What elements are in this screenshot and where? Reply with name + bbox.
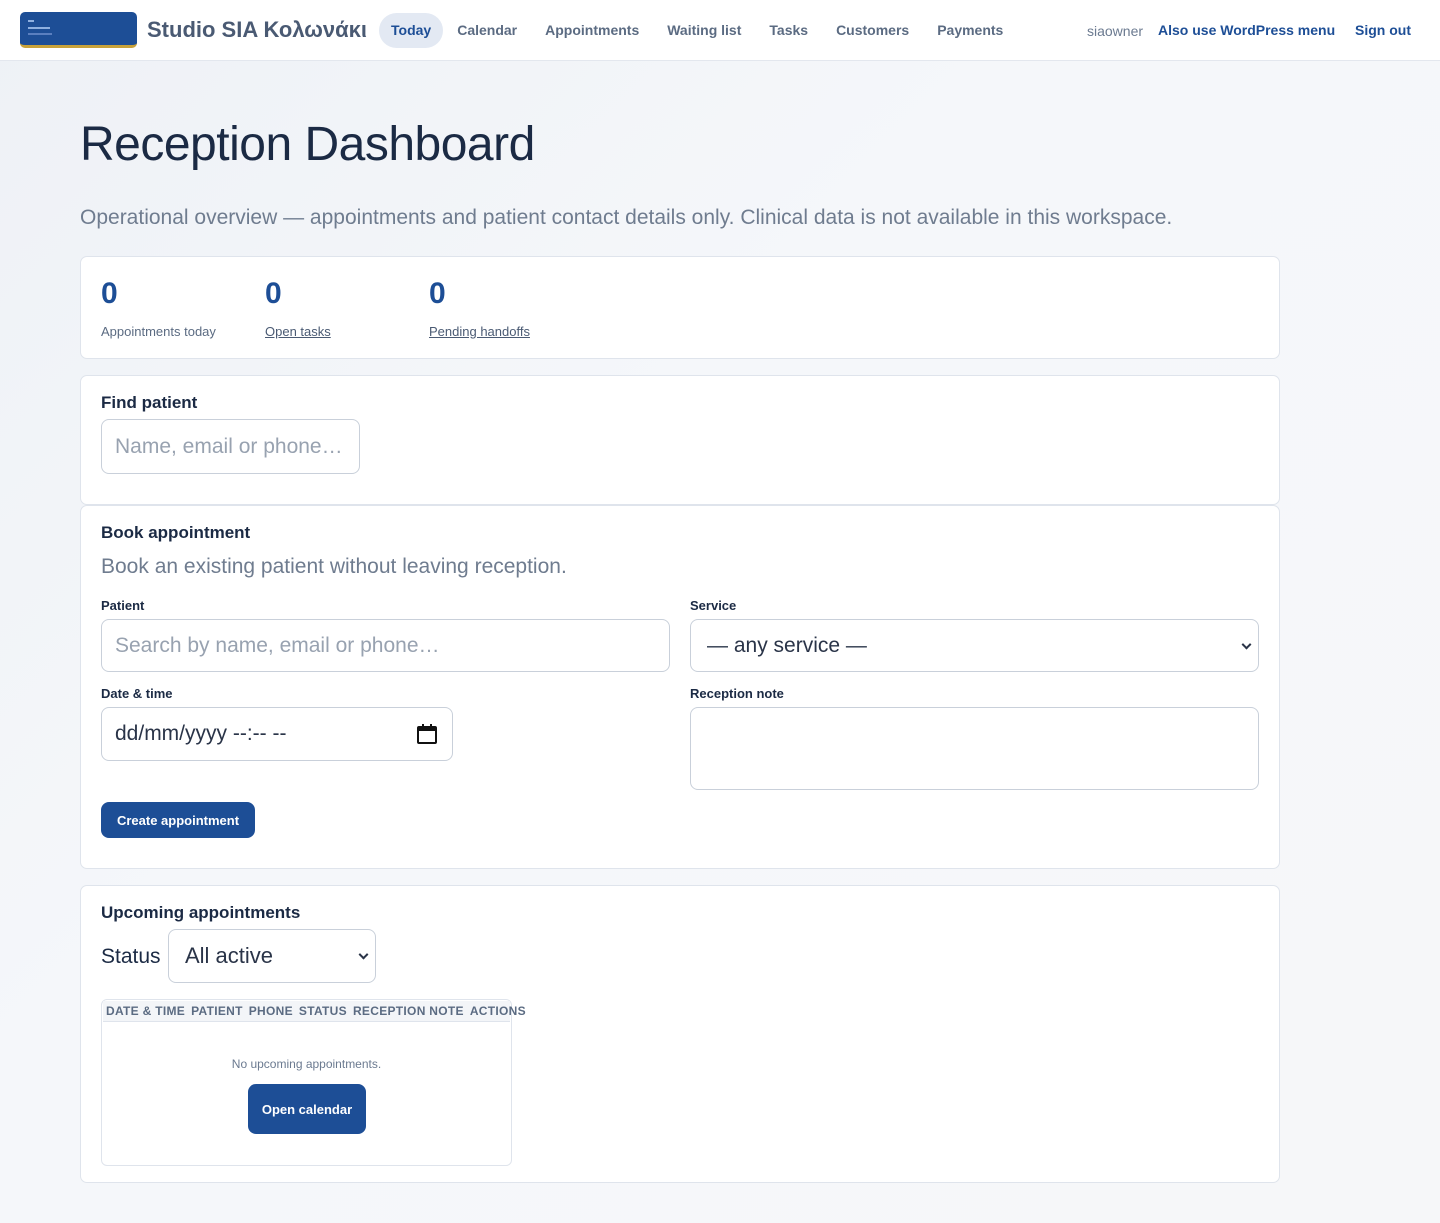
stat-pending-handoffs-link[interactable]: Pending handoffs (429, 324, 530, 339)
reception-note-textarea[interactable] (690, 707, 1259, 790)
book-appointment-title: Book appointment (101, 523, 251, 542)
patient-field-label: Patient (101, 598, 145, 613)
page-subtitle: Operational overview — appointments and … (80, 206, 1173, 229)
column-header-patient[interactable]: PATIENT (188, 1004, 246, 1018)
service-select[interactable]: — any service — (690, 619, 1259, 672)
find-patient-title: Find patient (101, 393, 198, 412)
stat-open-tasks-value: 0 (265, 277, 282, 310)
service-field-label: Service (690, 598, 737, 613)
wordpress-menu-link[interactable]: Also use WordPress menu (1158, 22, 1335, 38)
nav-customers[interactable]: Customers (822, 13, 923, 48)
status-filter-select[interactable]: All active (168, 929, 376, 983)
top-navbar: Studio SIA Κολωνάκι Today Calendar Appoi… (0, 0, 1440, 61)
status-filter-value: All active (185, 943, 274, 968)
page-title: Reception Dashboard (80, 118, 535, 171)
book-appointment-card: Book appointment Book an existing patien… (80, 505, 1280, 869)
sign-out-link[interactable]: Sign out (1355, 22, 1411, 38)
column-header-status[interactable]: STATUS (296, 1004, 350, 1018)
empty-state-message: No upcoming appointments. (231, 1057, 382, 1071)
find-patient-input[interactable]: Name, email or phone… (101, 419, 360, 474)
stat-appointments-today-label: Appointments today (101, 324, 216, 339)
nav-calendar[interactable]: Calendar (443, 13, 531, 48)
brand-logo[interactable] (20, 12, 137, 48)
column-header-datetime[interactable]: DATE & TIME (103, 1004, 188, 1018)
datetime-field-label: Date & time (101, 686, 173, 701)
datetime-placeholder: dd/mm/yyyy --:-- -- (115, 722, 287, 745)
calendar-icon[interactable] (416, 723, 438, 745)
stat-open-tasks-link[interactable]: Open tasks (265, 324, 331, 339)
nav-appointments[interactable]: Appointments (531, 13, 653, 48)
column-header-phone[interactable]: PHONE (246, 1004, 296, 1018)
current-user: siaowner (1087, 23, 1144, 39)
create-appointment-button[interactable]: Create appointment (101, 802, 255, 838)
nav-tasks[interactable]: Tasks (755, 13, 822, 48)
upcoming-appointments-table: DATE & TIME PATIENT PHONE STATUS RECEPTI… (101, 999, 526, 1166)
table-header-row: DATE & TIME PATIENT PHONE STATUS RECEPTI… (103, 1001, 526, 1022)
nav-today[interactable]: Today (379, 13, 444, 48)
chevron-down-icon (358, 949, 369, 960)
upcoming-appointments-title: Upcoming appointments (101, 903, 301, 922)
stats-card: 0 Appointments today 0 Open tasks 0 Pend… (80, 256, 1280, 359)
nav-payments[interactable]: Payments (923, 13, 1017, 48)
column-header-reception-note[interactable]: RECEPTION NOTE (350, 1004, 467, 1018)
reception-note-label: Reception note (690, 686, 784, 701)
patient-search-input[interactable]: Search by name, email or phone… (101, 619, 670, 672)
upcoming-appointments-card: Upcoming appointments Status All active … (80, 885, 1280, 1183)
service-select-value: — any service — (707, 633, 867, 657)
brand-name[interactable]: Studio SIA Κολωνάκι (147, 17, 367, 43)
open-calendar-button[interactable]: Open calendar (248, 1084, 366, 1134)
chevron-down-icon (1241, 639, 1252, 650)
datetime-input[interactable]: dd/mm/yyyy --:-- -- (101, 707, 453, 761)
find-patient-card: Find patient Name, email or phone… (80, 375, 1280, 505)
stat-pending-handoffs-value: 0 (429, 277, 446, 310)
stat-appointments-today-value: 0 (101, 277, 118, 310)
column-header-actions: ACTIONS (469, 1004, 526, 1018)
main-nav: Today Calendar Appointments Waiting list… (379, 13, 1017, 48)
status-filter-label: Status (101, 945, 161, 968)
book-appointment-description: Book an existing patient without leaving… (101, 555, 567, 578)
nav-waiting-list[interactable]: Waiting list (653, 13, 755, 48)
